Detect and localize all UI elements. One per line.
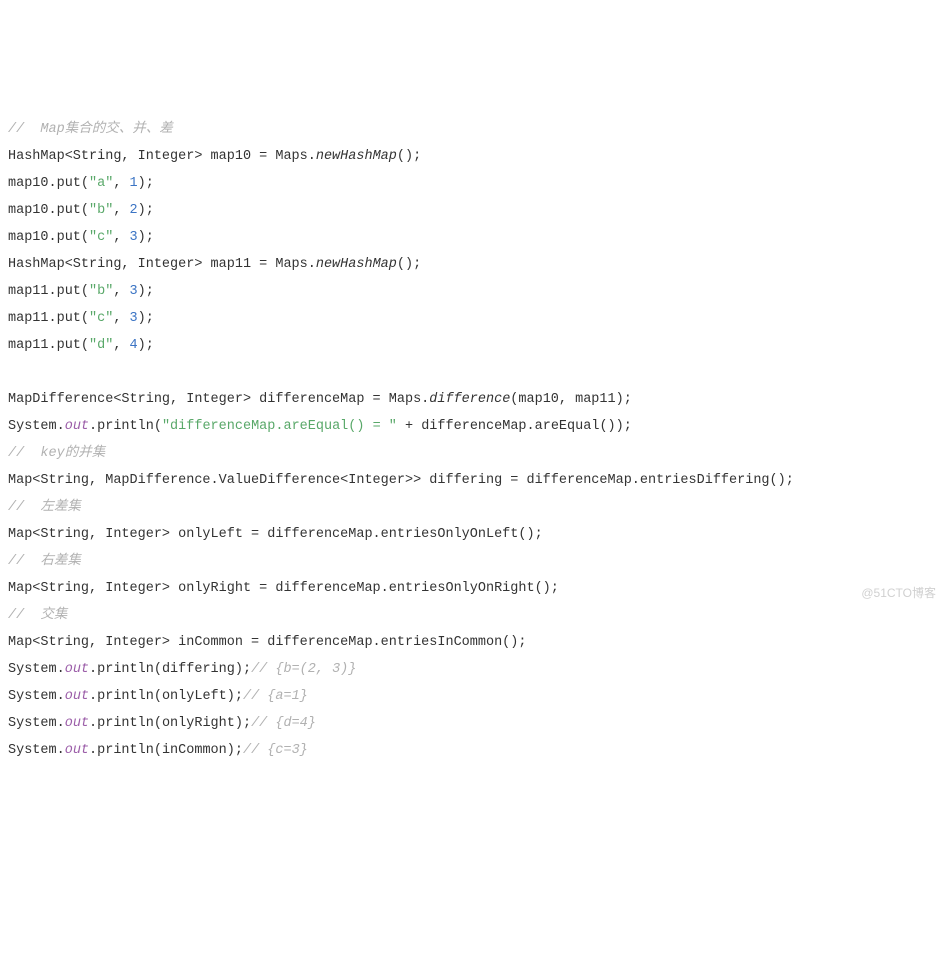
code-text: , bbox=[113, 203, 129, 218]
code-string: "c" bbox=[89, 230, 113, 245]
code-text: , bbox=[113, 230, 129, 245]
code-text: ); bbox=[138, 284, 154, 299]
code-text: (); bbox=[397, 257, 421, 272]
code-block: // Map集合的交、并、差 HashMap<String, Integer> … bbox=[8, 116, 938, 764]
code-text: .println(onlyLeft); bbox=[89, 689, 243, 704]
code-text: .println(onlyRight); bbox=[89, 716, 251, 731]
code-text: ); bbox=[138, 311, 154, 326]
code-field: out bbox=[65, 662, 89, 677]
code-string: "c" bbox=[89, 311, 113, 326]
code-text: System. bbox=[8, 716, 65, 731]
code-string: "b" bbox=[89, 203, 113, 218]
code-number: 3 bbox=[130, 230, 138, 245]
code-text: MapDifference<String, Integer> differenc… bbox=[8, 392, 429, 407]
code-number: 3 bbox=[130, 311, 138, 326]
code-number: 4 bbox=[130, 338, 138, 353]
code-string: "d" bbox=[89, 338, 113, 353]
code-text: map11.put( bbox=[8, 338, 89, 353]
code-text: map11.put( bbox=[8, 311, 89, 326]
code-text: , bbox=[113, 311, 129, 326]
code-text: System. bbox=[8, 689, 65, 704]
code-comment: // 右差集 bbox=[8, 554, 81, 569]
code-number: 2 bbox=[130, 203, 138, 218]
code-field: out bbox=[65, 743, 89, 758]
code-text: map11.put( bbox=[8, 284, 89, 299]
code-text: ); bbox=[138, 338, 154, 353]
code-number: 3 bbox=[130, 284, 138, 299]
code-text: System. bbox=[8, 743, 65, 758]
code-text: Map<String, Integer> onlyLeft = differen… bbox=[8, 527, 543, 542]
code-string: "a" bbox=[89, 176, 113, 191]
code-text: HashMap<String, Integer> map10 = Maps. bbox=[8, 149, 316, 164]
code-text: map10.put( bbox=[8, 230, 89, 245]
code-static-method: difference bbox=[429, 392, 510, 407]
code-field: out bbox=[65, 716, 89, 731]
code-text: , bbox=[113, 338, 129, 353]
code-string: "differenceMap.areEqual() = " bbox=[162, 419, 397, 434]
code-text: .println( bbox=[89, 419, 162, 434]
code-comment: // Map集合的交、并、差 bbox=[8, 122, 173, 137]
code-text: ); bbox=[138, 203, 154, 218]
code-static-method: newHashMap bbox=[316, 149, 397, 164]
watermark-text: @51CTO博客 bbox=[861, 580, 936, 607]
code-text: , bbox=[113, 176, 129, 191]
code-text: .println(inCommon); bbox=[89, 743, 243, 758]
code-comment: // {a=1} bbox=[243, 689, 308, 704]
code-text: ); bbox=[138, 176, 154, 191]
code-field: out bbox=[65, 419, 89, 434]
code-comment: // {c=3} bbox=[243, 743, 308, 758]
code-text: Map<String, MapDifference.ValueDifferenc… bbox=[8, 473, 794, 488]
code-text: , bbox=[113, 284, 129, 299]
code-text: ); bbox=[138, 230, 154, 245]
code-text: map10.put( bbox=[8, 176, 89, 191]
code-comment: // key的并集 bbox=[8, 446, 105, 461]
code-string: "b" bbox=[89, 284, 113, 299]
code-comment: // {d=4} bbox=[251, 716, 316, 731]
code-text: System. bbox=[8, 662, 65, 677]
code-field: out bbox=[65, 689, 89, 704]
code-text: System. bbox=[8, 419, 65, 434]
code-text: (); bbox=[397, 149, 421, 164]
code-text: Map<String, Integer> onlyRight = differe… bbox=[8, 581, 559, 596]
code-text: + differenceMap.areEqual()); bbox=[397, 419, 632, 434]
code-comment: // 左差集 bbox=[8, 500, 81, 515]
code-comment: // {b=(2, 3)} bbox=[251, 662, 356, 677]
code-number: 1 bbox=[130, 176, 138, 191]
code-comment: // 交集 bbox=[8, 608, 67, 623]
code-text: Map<String, Integer> inCommon = differen… bbox=[8, 635, 526, 650]
code-static-method: newHashMap bbox=[316, 257, 397, 272]
code-text: (map10, map11); bbox=[510, 392, 632, 407]
code-text: HashMap<String, Integer> map11 = Maps. bbox=[8, 257, 316, 272]
code-text: map10.put( bbox=[8, 203, 89, 218]
code-text: .println(differing); bbox=[89, 662, 251, 677]
